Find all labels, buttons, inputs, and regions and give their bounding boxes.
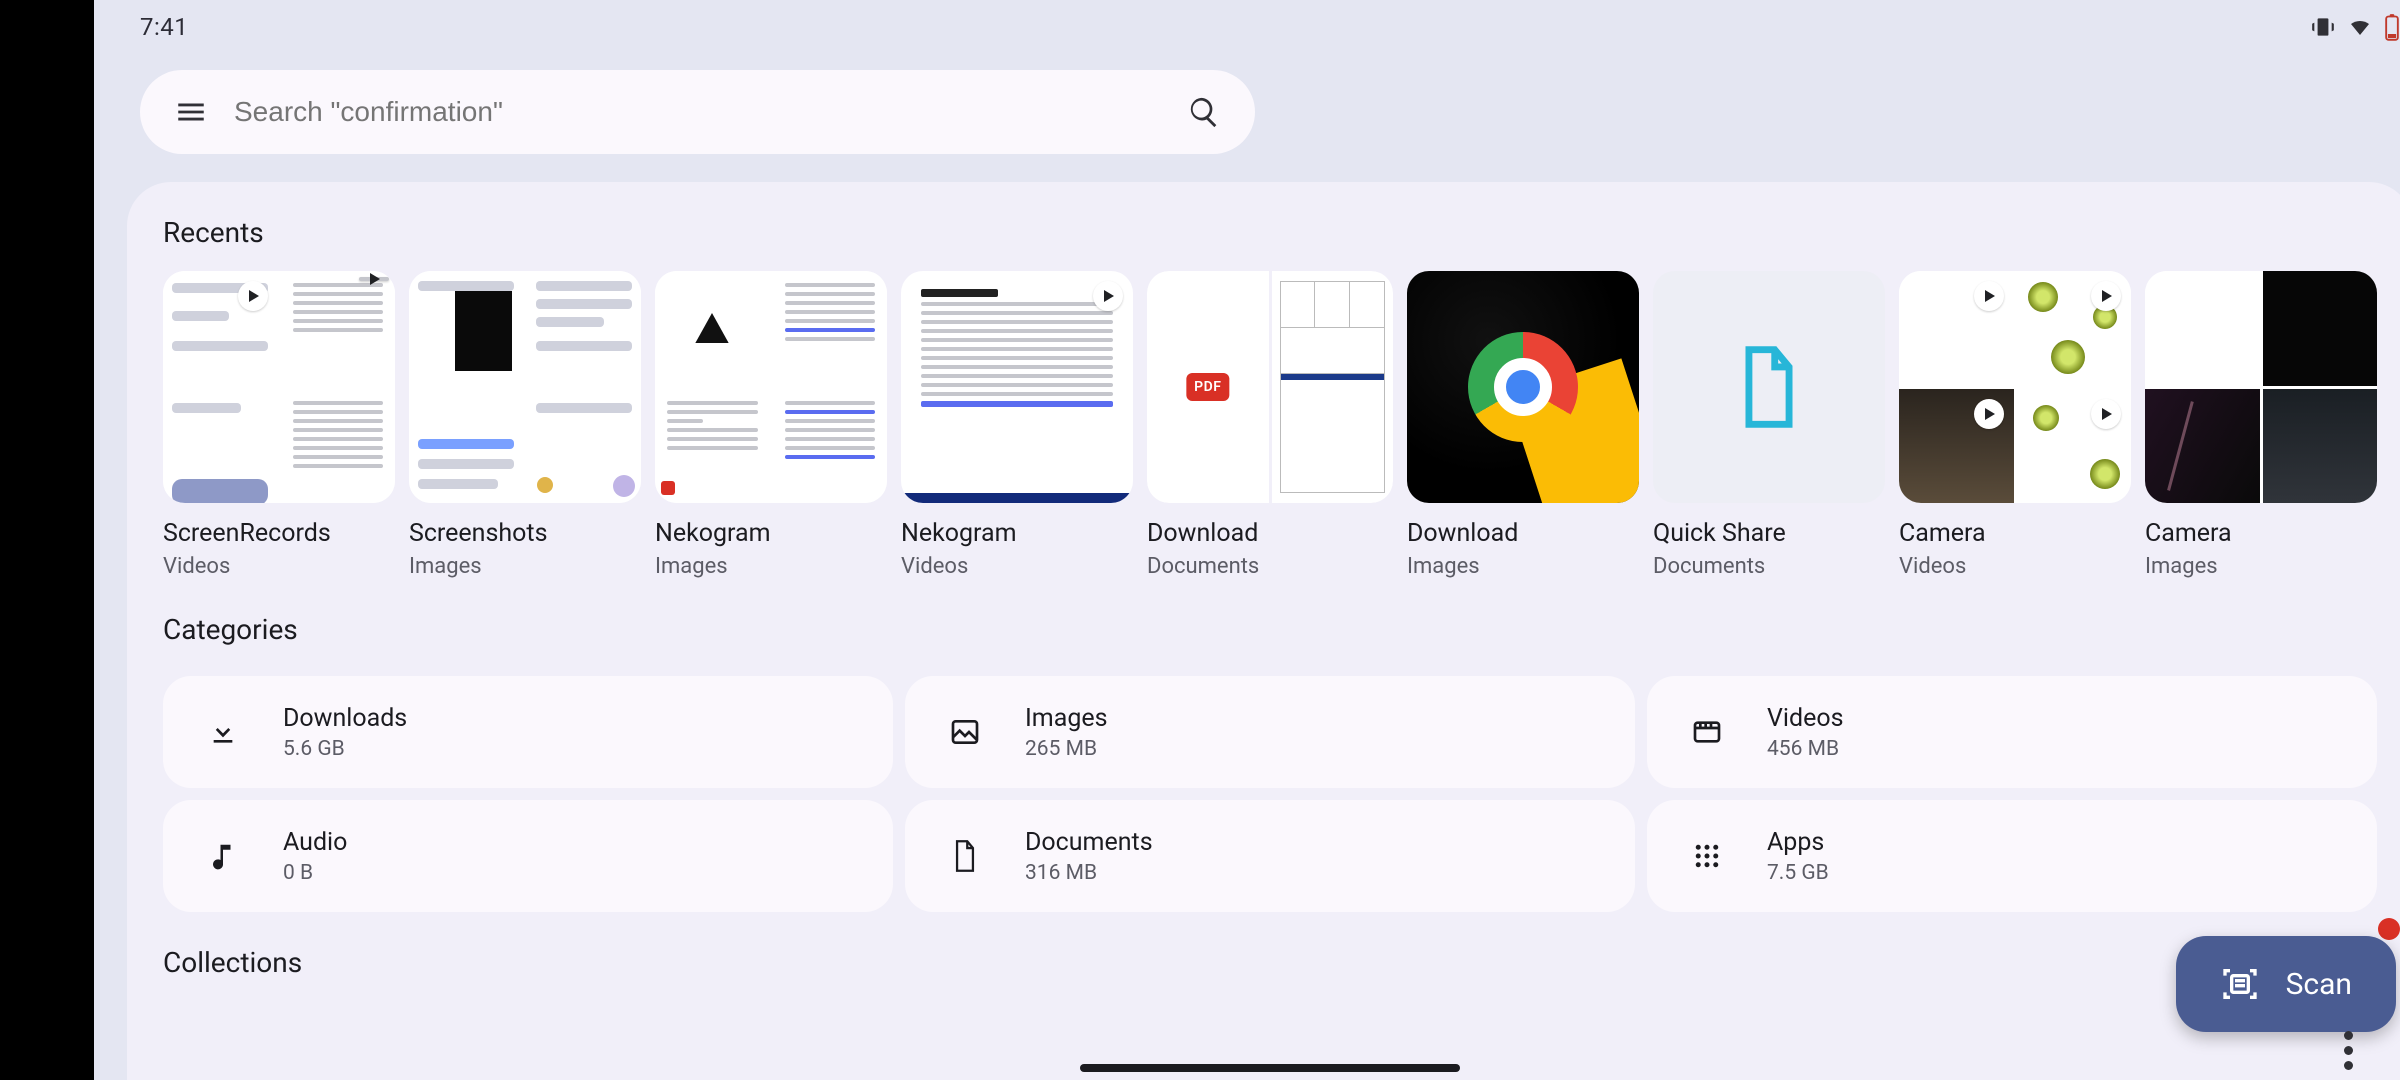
category-name: Apps <box>1767 828 1829 857</box>
scan-label: Scan <box>2286 967 2352 1002</box>
category-name: Videos <box>1767 704 1844 733</box>
image-icon <box>945 716 985 748</box>
system-nav-rail <box>0 0 94 1080</box>
recent-title: Nekogram <box>655 519 887 548</box>
recent-subtitle: Videos <box>163 554 395 579</box>
search-icon[interactable] <box>1187 95 1221 129</box>
recent-subtitle: Documents <box>1147 554 1393 579</box>
recent-title: Quick Share <box>1653 519 1885 548</box>
play-icon <box>2091 281 2121 311</box>
section-title-collections: Collections <box>163 946 2377 979</box>
search-row <box>94 54 2400 154</box>
recents-strip[interactable]: ScreenRecords Videos Screenshots Images <box>163 271 2377 579</box>
recent-item-camera-videos[interactable]: Camera Videos <box>1899 271 2131 579</box>
category-size: 7.5 GB <box>1767 861 1829 885</box>
search-input[interactable] <box>234 96 1161 128</box>
recent-item-screenshots[interactable]: Screenshots Images <box>409 271 641 579</box>
recent-subtitle: Images <box>1407 554 1639 579</box>
menu-icon[interactable] <box>174 95 208 129</box>
recent-title: Screenshots <box>409 519 641 548</box>
play-icon <box>2091 399 2121 429</box>
recent-subtitle: Videos <box>1899 554 2131 579</box>
recent-subtitle: Images <box>2145 554 2377 579</box>
recent-title: Nekogram <box>901 519 1133 548</box>
recent-item-camera-images[interactable]: Camera Images <box>2145 271 2377 579</box>
document-icon <box>1734 344 1804 430</box>
category-audio[interactable]: Audio 0 B <box>163 800 893 912</box>
search-bar[interactable] <box>140 70 1255 154</box>
recent-title: Download <box>1407 519 1639 548</box>
recent-subtitle: Images <box>409 554 641 579</box>
gesture-nav-handle[interactable] <box>1080 1064 1460 1072</box>
content-card: Recents ScreenRecords Videos <box>127 182 2400 1080</box>
recent-item-quickshare[interactable]: Quick Share Documents <box>1653 271 1885 579</box>
category-name: Audio <box>283 828 347 857</box>
play-icon <box>1974 281 2004 311</box>
document-icon <box>945 839 985 873</box>
scan-icon <box>2220 964 2260 1004</box>
recent-title: Download <box>1147 519 1393 548</box>
recent-title: Camera <box>2145 519 2377 548</box>
recent-title: Camera <box>1899 519 2131 548</box>
files-app: 7:41 Recents <box>94 0 2400 1080</box>
more-options-button[interactable] <box>2328 1022 2368 1078</box>
section-title-categories: Categories <box>163 613 2377 646</box>
apps-icon <box>1687 841 1727 871</box>
recent-item-download-documents[interactable]: PDF Download Documents <box>1147 271 1393 579</box>
category-name: Downloads <box>283 704 407 733</box>
recent-title: ScreenRecords <box>163 519 395 548</box>
category-size: 5.6 GB <box>283 737 407 761</box>
download-icon <box>203 716 243 748</box>
categories-grid: Downloads 5.6 GB Images 265 MB Videos 456 M… <box>163 676 2377 912</box>
category-apps[interactable]: Apps 7.5 GB <box>1647 800 2377 912</box>
category-name: Images <box>1025 704 1108 733</box>
chrome-logo-icon <box>1468 332 1578 442</box>
category-size: 265 MB <box>1025 737 1108 761</box>
battery-low-icon <box>2384 13 2400 41</box>
recent-item-screenrecords[interactable]: ScreenRecords Videos <box>163 271 395 579</box>
recent-item-nekogram-videos[interactable]: Nekogram Videos <box>901 271 1133 579</box>
play-icon <box>359 277 389 281</box>
recent-item-nekogram-images[interactable]: Nekogram Images <box>655 271 887 579</box>
play-icon <box>1974 399 2004 429</box>
recent-subtitle: Documents <box>1653 554 1885 579</box>
notification-dot <box>2378 918 2400 940</box>
play-icon <box>238 281 268 311</box>
category-documents[interactable]: Documents 316 MB <box>905 800 1635 912</box>
status-icons <box>2310 13 2400 41</box>
recent-subtitle: Images <box>655 554 887 579</box>
status-bar: 7:41 <box>94 0 2400 54</box>
category-videos[interactable]: Videos 456 MB <box>1647 676 2377 788</box>
category-images[interactable]: Images 265 MB <box>905 676 1635 788</box>
category-size: 0 B <box>283 861 347 885</box>
recent-subtitle: Videos <box>901 554 1133 579</box>
wifi-icon <box>2346 15 2374 39</box>
audio-icon <box>203 839 243 873</box>
vibrate-icon <box>2310 14 2336 40</box>
category-size: 456 MB <box>1767 737 1844 761</box>
video-icon <box>1687 716 1727 748</box>
category-size: 316 MB <box>1025 861 1153 885</box>
status-clock: 7:41 <box>140 13 188 41</box>
play-icon <box>1093 281 1123 311</box>
recent-item-download-images[interactable]: Download Images <box>1407 271 1639 579</box>
category-downloads[interactable]: Downloads 5.6 GB <box>163 676 893 788</box>
pdf-icon: PDF <box>1186 373 1229 401</box>
category-name: Documents <box>1025 828 1153 857</box>
section-title-recents: Recents <box>163 216 2377 249</box>
scan-fab[interactable]: Scan <box>2176 936 2396 1032</box>
